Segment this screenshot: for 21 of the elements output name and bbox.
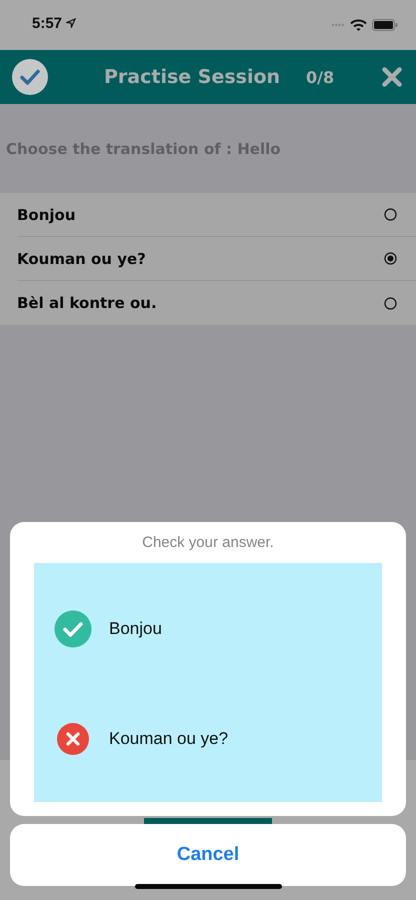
answer-option[interactable]: Kouman ou ye?	[17, 237, 416, 281]
check-circle-icon	[12, 59, 48, 95]
option-label: Kouman ou ye?	[17, 250, 146, 268]
screen-title: Practise Session	[104, 66, 282, 88]
option-label: Bèl al kontre ou.	[17, 294, 157, 312]
wifi-icon	[350, 19, 367, 31]
location-arrow-icon	[66, 18, 76, 28]
answer-text: Kouman ou ye?	[109, 728, 228, 749]
answer-option[interactable]: Bèl al kontre ou.	[17, 281, 416, 325]
alert-title: Check your answer.	[142, 534, 274, 551]
cancel-button[interactable]: Cancel	[10, 824, 406, 886]
close-button[interactable]	[380, 67, 404, 87]
progress-counter: 0/8	[306, 68, 334, 86]
answer-text: Bonjou	[109, 619, 162, 640]
question-text: Choose the translation of : Hello	[5, 139, 282, 160]
signal-dots-icon	[331, 23, 345, 27]
battery-icon	[372, 19, 398, 31]
answer-option[interactable]: Bonjou	[17, 193, 416, 237]
close-icon	[382, 67, 402, 87]
clock-time: 5:57	[32, 14, 62, 32]
option-label: Bonjou	[17, 206, 76, 224]
